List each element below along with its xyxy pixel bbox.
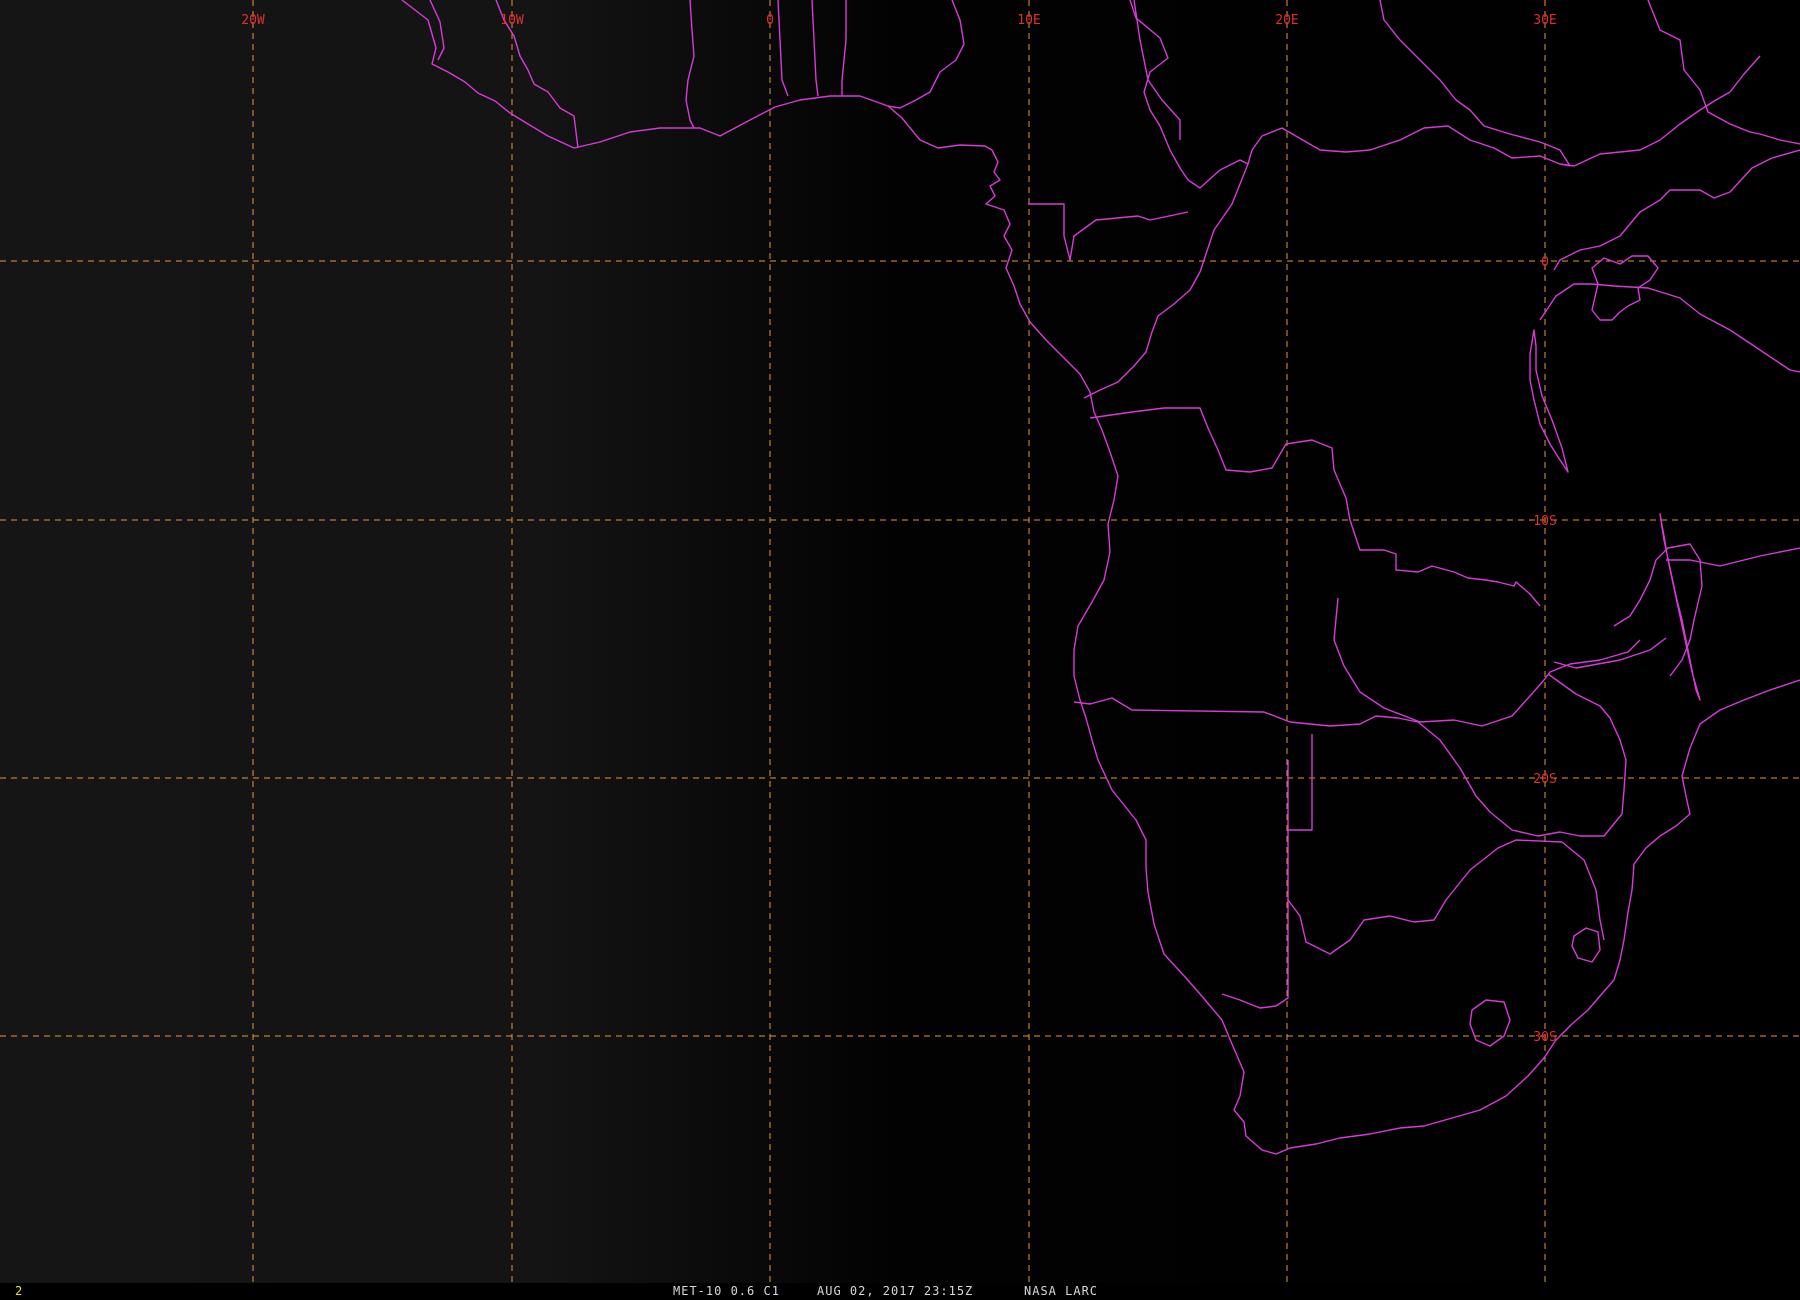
latitude-label: 0 — [1541, 255, 1549, 270]
longitude-label: 10W — [500, 13, 524, 28]
satellite-label: MET-10 0.6 C1 — [673, 1284, 780, 1298]
latitude-label: 20S — [1533, 772, 1556, 787]
latitude-label: 30S — [1533, 1030, 1556, 1045]
longitude-label: 0 — [766, 13, 774, 28]
frame-number: 2 — [15, 1284, 23, 1298]
source-label: NASA LARC — [1024, 1284, 1099, 1298]
longitude-label: 20E — [1275, 13, 1298, 28]
longitude-label: 20W — [241, 13, 265, 28]
longitude-label: 30E — [1533, 13, 1556, 28]
datetime-label: AUG 02, 2017 23:15Z — [817, 1284, 974, 1298]
status-bar: 2 MET-10 0.6 C1 AUG 02, 2017 23:15Z NASA… — [0, 1283, 1800, 1300]
satellite-map-viewer[interactable]: 20W 10W 0 10E 20E 30E 0 10S 20S 30S — [0, 0, 1800, 1300]
longitude-label: 10E — [1017, 13, 1040, 28]
latitude-label: 10S — [1533, 514, 1556, 529]
imagery-background — [0, 0, 1800, 1283]
